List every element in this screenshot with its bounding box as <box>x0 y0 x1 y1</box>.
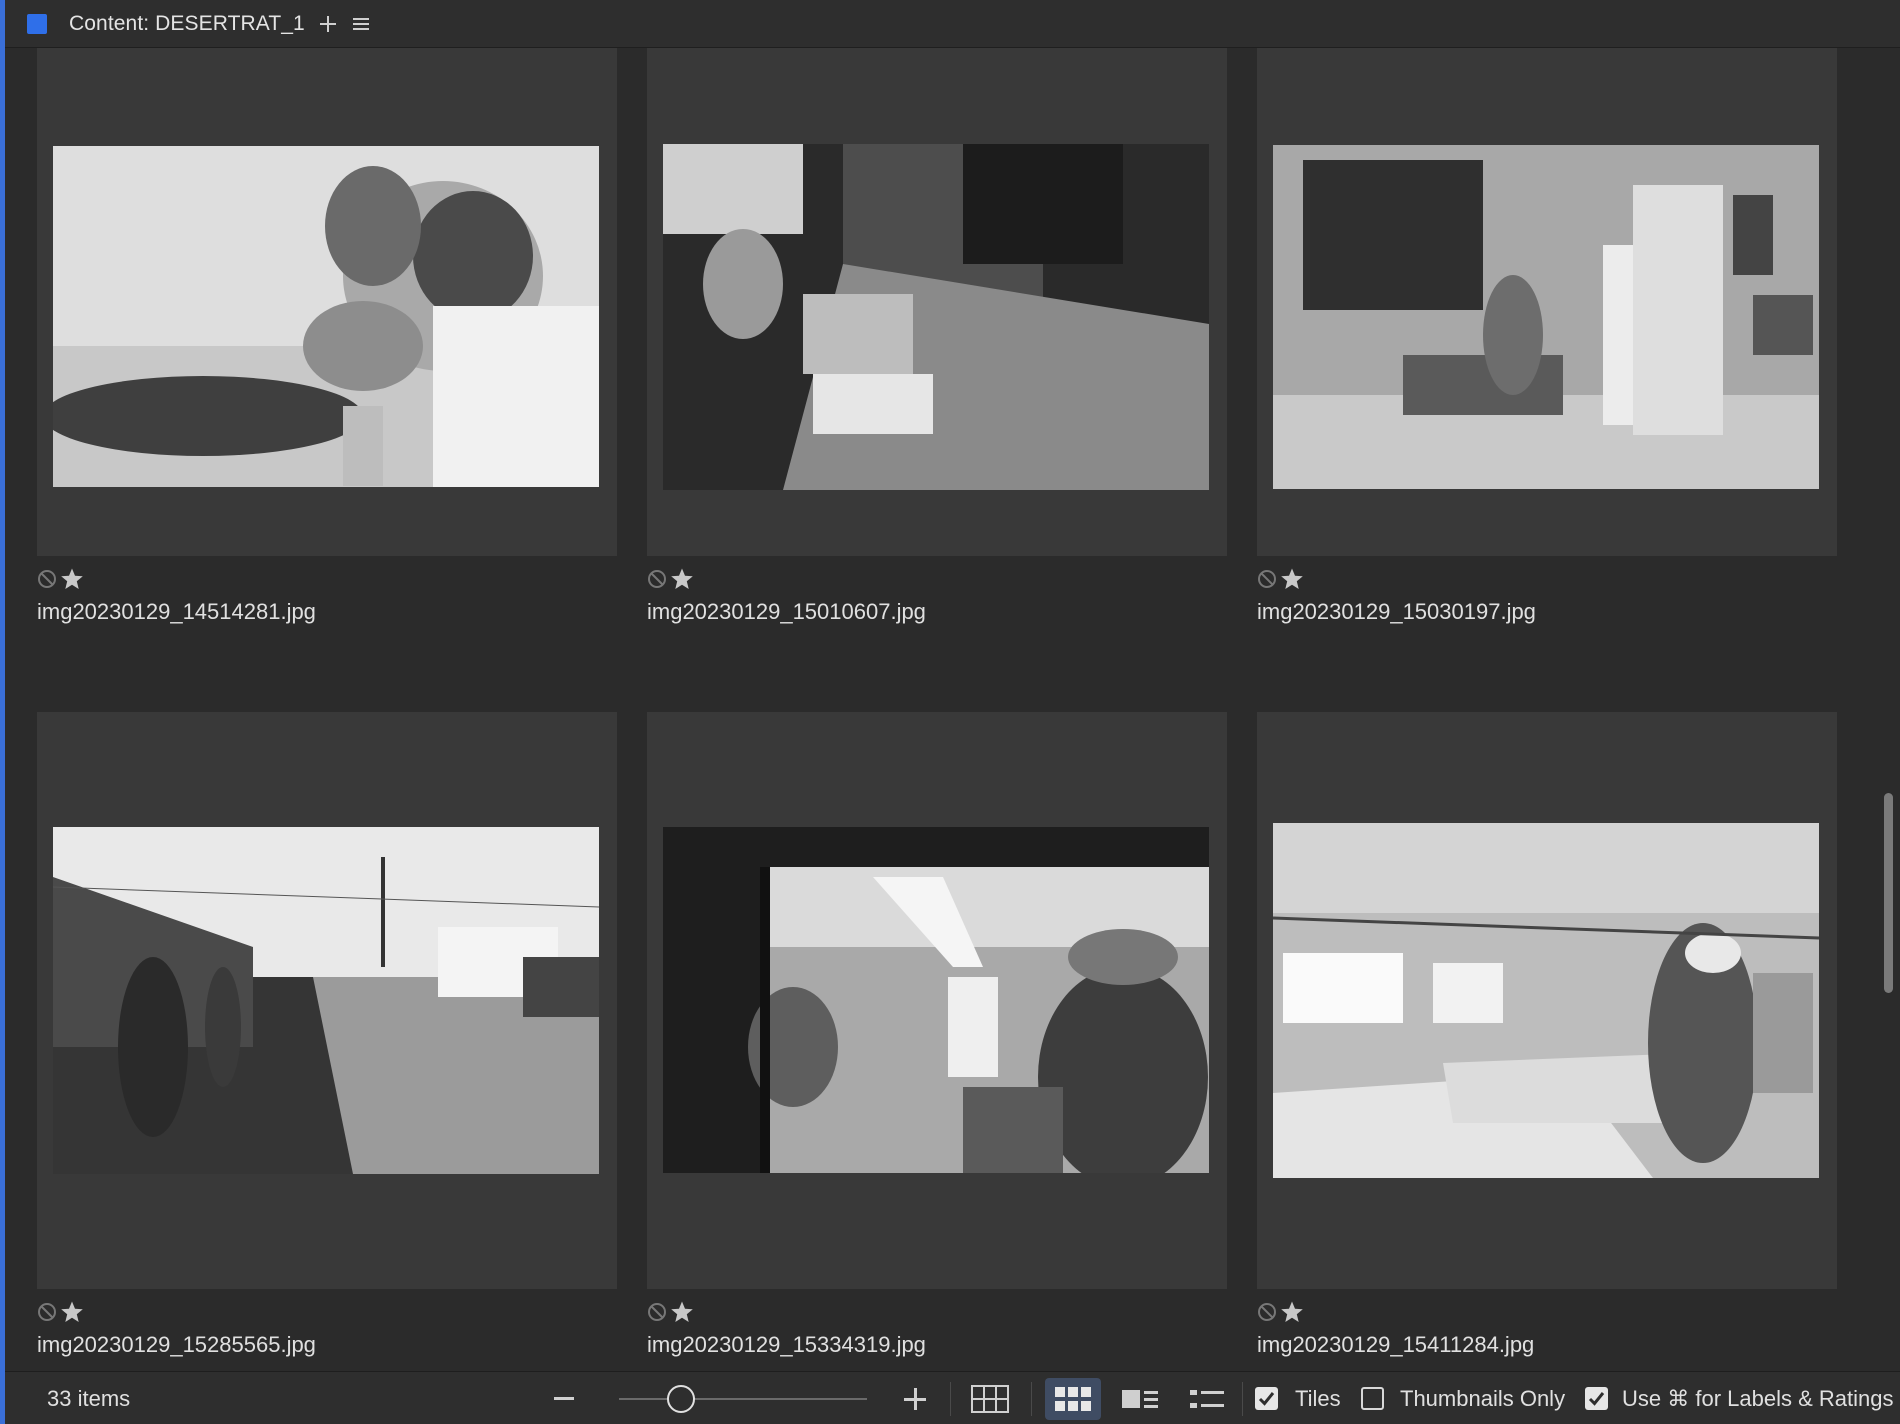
tile-status-bar <box>1257 566 1304 592</box>
hamburger-menu-icon[interactable] <box>352 17 371 31</box>
tile-filename: img20230129_15030197.jpg <box>1257 599 1536 624</box>
content-tile[interactable]: img20230129_15285565.jpg <box>37 712 617 1357</box>
labels-ratings-checkbox[interactable] <box>1585 1387 1608 1410</box>
tile-filename: img20230129_15411284.jpg <box>1257 1332 1535 1357</box>
tile-filename: img20230129_15285565.jpg <box>37 1332 316 1357</box>
zoom-out-icon[interactable] <box>554 1397 574 1400</box>
list-view-button[interactable] <box>1179 1378 1235 1420</box>
tile-status-bar <box>647 566 694 592</box>
thumbnail-frame[interactable] <box>647 48 1227 556</box>
thumbnail-view-button[interactable] <box>1045 1378 1101 1420</box>
list-view-icon <box>1190 1390 1224 1408</box>
divider <box>950 1382 951 1416</box>
thumbnail-frame[interactable] <box>1257 712 1837 1289</box>
tile-status-bar <box>37 1299 84 1325</box>
details-view-button[interactable] <box>1112 1378 1168 1420</box>
grid-view-button[interactable] <box>962 1378 1018 1420</box>
star-icon[interactable] <box>60 567 84 591</box>
reject-icon[interactable] <box>1257 569 1277 589</box>
divider <box>1031 1382 1032 1416</box>
item-count: 33 items <box>47 1386 131 1411</box>
panel-header: Content: DESERTRAT_1 <box>5 0 1900 48</box>
details-view-icon <box>1122 1390 1158 1408</box>
thumbnail-frame[interactable] <box>647 712 1227 1289</box>
divider <box>1242 1382 1243 1416</box>
photo-thumbnail[interactable] <box>1273 145 1819 489</box>
star-icon[interactable] <box>670 567 694 591</box>
plus-icon[interactable] <box>317 13 339 35</box>
tiles-checkbox[interactable] <box>1255 1387 1278 1410</box>
thumbnail-frame[interactable] <box>37 712 617 1289</box>
scrollbar-thumb[interactable] <box>1884 793 1893 993</box>
zoom-in-icon[interactable] <box>903 1387 927 1411</box>
thumbnails-only-checkbox[interactable] <box>1361 1387 1384 1410</box>
photo-thumbnail[interactable] <box>663 827 1209 1173</box>
content-tile[interactable]: img20230129_15411284.jpg <box>1257 712 1837 1357</box>
reject-icon[interactable] <box>37 569 57 589</box>
panel-color-icon <box>27 13 47 34</box>
content-tile[interactable]: img20230129_15030197.jpg <box>1257 48 1837 624</box>
content-tile[interactable]: img20230129_15010607.jpg <box>647 48 1227 624</box>
zoom-slider-handle[interactable] <box>667 1385 695 1413</box>
star-icon[interactable] <box>670 1300 694 1324</box>
tile-status-bar <box>37 566 84 592</box>
grid-view-icon <box>971 1385 1009 1413</box>
photo-thumbnail[interactable] <box>53 827 599 1174</box>
thumbnail-frame[interactable] <box>37 48 617 556</box>
star-icon[interactable] <box>1280 1300 1304 1324</box>
vertical-scrollbar[interactable] <box>1880 48 1900 1371</box>
tile-status-bar <box>647 1299 694 1325</box>
tile-filename: img20230129_15334319.jpg <box>647 1332 926 1357</box>
photo-thumbnail[interactable] <box>1273 823 1819 1178</box>
content-tile[interactable]: img20230129_15334319.jpg <box>647 712 1227 1357</box>
photo-thumbnail[interactable] <box>53 146 599 487</box>
thumbnail-frame[interactable] <box>1257 48 1837 556</box>
tiles-label[interactable]: Tiles <box>1295 1386 1341 1412</box>
panel-title: Content: DESERTRAT_1 <box>69 11 305 35</box>
reject-icon[interactable] <box>1257 1302 1277 1322</box>
star-icon[interactable] <box>60 1300 84 1324</box>
zoom-slider[interactable] <box>619 1398 867 1400</box>
reject-icon[interactable] <box>647 569 667 589</box>
content-tile[interactable]: img20230129_14514281.jpg <box>37 48 617 624</box>
content-grid: img20230129_14514281.jpg img20230129_150… <box>5 48 1885 1371</box>
checkmark-icon <box>1588 1392 1605 1406</box>
thumbnails-only-label[interactable]: Thumbnails Only <box>1400 1386 1565 1412</box>
photo-thumbnail[interactable] <box>663 144 1209 490</box>
panel-footer: 33 items Tiles Thumbnails Only Use ⌘ for… <box>5 1371 1900 1424</box>
tile-filename: img20230129_15010607.jpg <box>647 599 926 624</box>
tile-status-bar <box>1257 1299 1304 1325</box>
reject-icon[interactable] <box>37 1302 57 1322</box>
checkmark-icon <box>1258 1392 1275 1406</box>
star-icon[interactable] <box>1280 567 1304 591</box>
reject-icon[interactable] <box>647 1302 667 1322</box>
thumbnail-view-icon <box>1055 1387 1091 1411</box>
labels-ratings-label[interactable]: Use ⌘ for Labels & Ratings <box>1622 1386 1893 1412</box>
tile-filename: img20230129_14514281.jpg <box>37 599 316 624</box>
